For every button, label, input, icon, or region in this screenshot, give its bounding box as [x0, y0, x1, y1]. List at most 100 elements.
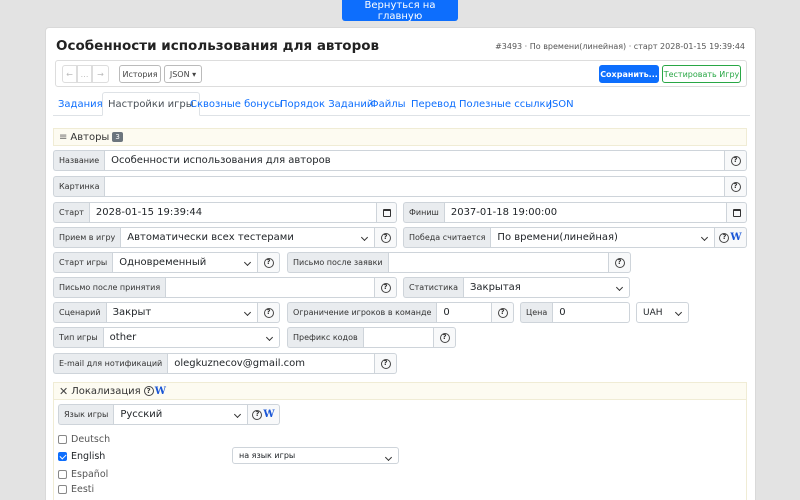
letter-after-accept-row: Письмо после принятия ?	[53, 277, 397, 298]
scenario-help-button[interactable]: ?	[258, 302, 280, 323]
tab-files[interactable]: Файлы	[370, 92, 406, 116]
start-datetime-input[interactable]: 2028-01-15 19:39:44	[88, 202, 377, 223]
code-prefix-row: Префикс кодов ?	[287, 327, 456, 348]
history-button[interactable]: История	[119, 65, 161, 83]
game-type-label: Тип игры	[53, 327, 103, 348]
email-input[interactable]: olegkuznecov@gmail.com	[167, 353, 375, 374]
localization-section-header[interactable]: ✕ Локализация ? W	[53, 382, 747, 400]
localization-label: Локализация	[71, 385, 141, 397]
tab-task-order[interactable]: Порядок Заданий	[280, 92, 373, 116]
image-help-button[interactable]: ?	[725, 176, 747, 197]
save-button[interactable]: Сохранить...	[599, 65, 659, 83]
game-language-label: Язык игры	[58, 404, 114, 425]
checkbox-english[interactable]	[58, 452, 67, 461]
wiki-icon[interactable]: W	[155, 386, 166, 397]
finish-row: Финиш 2037-01-18 19:00:00	[403, 202, 747, 223]
letter-after-apply-help-button[interactable]: ?	[609, 252, 631, 273]
help-icon[interactable]: ?	[143, 386, 154, 396]
help-icon: ?	[380, 282, 391, 293]
help-icon: ?	[263, 257, 274, 268]
game-settings-panel: Особенности использования для авторов #3…	[45, 27, 756, 500]
team-limit-row: Ограничение игроков в команде 0 ?	[287, 302, 514, 323]
redo-button[interactable]: →	[92, 65, 109, 83]
help-icon: ?	[614, 257, 625, 268]
accept-select[interactable]: Автоматически всех тестерами	[120, 227, 375, 248]
tab-json[interactable]: JSON	[549, 92, 574, 116]
help-icon: ?	[730, 181, 741, 192]
game-meta: #3493 · По времени(линейная) · старт 202…	[495, 42, 745, 51]
game-language-help-button[interactable]: ? W	[248, 404, 280, 425]
code-prefix-input[interactable]	[362, 327, 434, 348]
english-mode-select[interactable]: на язык игры	[232, 447, 399, 464]
language-name-english: English	[71, 451, 106, 462]
name-help-button[interactable]: ?	[725, 150, 747, 171]
start-row: Старт 2028-01-15 19:39:44	[53, 202, 397, 223]
email-help-button[interactable]: ?	[375, 353, 397, 374]
checkbox-espanol[interactable]	[58, 470, 67, 479]
tab-useful-links[interactable]: Полезные ссылки	[459, 92, 552, 116]
finish-label: Финиш	[403, 202, 444, 223]
finish-calendar-button[interactable]	[727, 202, 747, 223]
start-calendar-button[interactable]	[377, 202, 397, 223]
toolbar: ← … → История JSON ▾ Сохранить... Тестир…	[55, 60, 747, 87]
language-item-espanol[interactable]: Español	[58, 469, 108, 480]
code-prefix-help-button[interactable]: ?	[434, 327, 456, 348]
game-start-help-button[interactable]: ?	[258, 252, 280, 273]
help-icon: ?	[439, 332, 450, 343]
checkbox-deutsch[interactable]	[58, 435, 67, 444]
finish-datetime-input[interactable]: 2037-01-18 19:00:00	[443, 202, 727, 223]
name-input[interactable]: Особенности использования для авторов	[104, 150, 725, 171]
help-icon: ?	[380, 232, 391, 243]
image-input[interactable]	[104, 176, 725, 197]
price-input[interactable]: 0	[552, 302, 630, 323]
close-icon[interactable]: ✕	[59, 385, 68, 398]
victory-help-button[interactable]: ? W	[715, 227, 747, 248]
tabs-bar: Задания Настройки игры Сквозные бонусы П…	[53, 92, 750, 116]
tab-game-settings[interactable]: Настройки игры	[102, 92, 200, 116]
checkbox-eesti[interactable]	[58, 485, 67, 494]
team-limit-help-button[interactable]: ?	[492, 302, 514, 323]
game-type-select[interactable]: other	[102, 327, 280, 348]
localization-body: Язык игры Русский ? W Deutsch English на …	[53, 400, 747, 500]
start-label: Старт	[53, 202, 89, 223]
letter-after-apply-input[interactable]	[387, 252, 609, 273]
language-item-english[interactable]: English	[58, 451, 105, 462]
letter-after-accept-label: Письмо после принятия	[53, 277, 166, 298]
email-label: E-mail для нотификаций	[53, 353, 168, 374]
scenario-row: Сценарий Закрыт ?	[53, 302, 280, 323]
tab-tasks[interactable]: Задания	[58, 92, 103, 116]
game-language-select[interactable]: Русский	[113, 404, 248, 425]
currency-select[interactable]: UAH	[636, 302, 689, 323]
accept-help-button[interactable]: ?	[375, 227, 397, 248]
language-item-deutsch[interactable]: Deutsch	[58, 434, 110, 445]
help-icon: ?	[252, 409, 263, 420]
back-to-home-button[interactable]: Вернуться на главную	[342, 0, 458, 22]
team-limit-input[interactable]: 0	[436, 302, 492, 323]
json-dropdown-button[interactable]: JSON ▾	[164, 65, 202, 83]
letter-after-apply-label: Письмо после заявки	[287, 252, 388, 273]
language-item-eesti[interactable]: Eesti	[58, 484, 94, 495]
game-start-select[interactable]: Одновременный	[112, 252, 258, 273]
wiki-icon: W	[730, 232, 742, 243]
scenario-select[interactable]: Закрыт	[105, 302, 258, 323]
stats-select[interactable]: Закрытая	[463, 277, 630, 298]
undo-button[interactable]: ←	[62, 65, 77, 83]
tab-bonuses[interactable]: Сквозные бонусы	[190, 92, 282, 116]
language-name-deutsch: Deutsch	[71, 434, 111, 445]
name-label: Название	[53, 150, 105, 171]
authors-section-header[interactable]: ≡ Авторы 3	[53, 128, 747, 146]
currency-row: UAH	[636, 302, 689, 323]
letter-after-accept-help-button[interactable]: ?	[375, 277, 397, 298]
menu-icon: ≡	[59, 131, 68, 143]
team-limit-label: Ограничение игроков в команде	[287, 302, 437, 323]
mid-button[interactable]: …	[77, 65, 92, 83]
test-game-button[interactable]: Тестировать Игру	[662, 65, 741, 83]
code-prefix-label: Префикс кодов	[287, 327, 363, 348]
game-start-row: Старт игры Одновременный ?	[53, 252, 280, 273]
victory-select[interactable]: По времени(линейная)	[490, 227, 715, 248]
letter-after-accept-input[interactable]	[165, 277, 375, 298]
stats-label: Статистика	[403, 277, 463, 298]
victory-row: Победа считается По времени(линейная) ? W	[403, 227, 747, 248]
accept-row: Прием в игру Автоматически всех тестерам…	[53, 227, 397, 248]
tab-translation[interactable]: Перевод	[411, 92, 456, 116]
